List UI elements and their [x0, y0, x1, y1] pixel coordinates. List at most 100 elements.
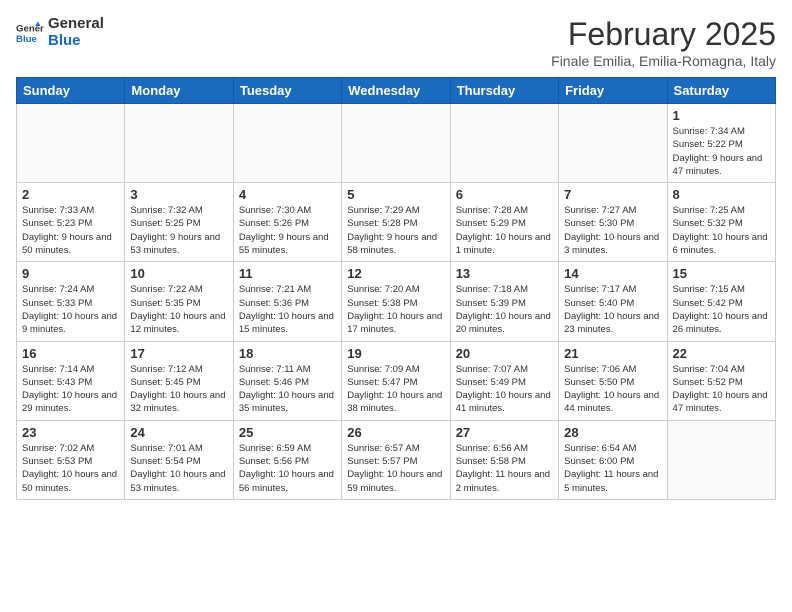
calendar-cell: 8 Sunrise: 7:25 AM Sunset: 5:32 PM Daylig… [667, 183, 775, 262]
calendar-cell: 26 Sunrise: 6:57 AM Sunset: 5:57 PM Dayli… [342, 420, 450, 499]
day-info: Sunrise: 7:06 AM Sunset: 5:50 PM Dayligh… [564, 363, 661, 416]
calendar-cell [125, 104, 233, 183]
day-info: Sunrise: 7:15 AM Sunset: 5:42 PM Dayligh… [673, 283, 770, 336]
day-info: Sunrise: 6:59 AM Sunset: 5:56 PM Dayligh… [239, 442, 336, 495]
calendar-cell: 5 Sunrise: 7:29 AM Sunset: 5:28 PM Daylig… [342, 183, 450, 262]
day-info: Sunrise: 7:34 AM Sunset: 5:22 PM Dayligh… [673, 125, 770, 178]
day-number: 23 [22, 425, 119, 440]
calendar-cell: 13 Sunrise: 7:18 AM Sunset: 5:39 PM Dayli… [450, 262, 558, 341]
day-info: Sunrise: 7:07 AM Sunset: 5:49 PM Dayligh… [456, 363, 553, 416]
day-number: 20 [456, 346, 553, 361]
calendar-cell: 9 Sunrise: 7:24 AM Sunset: 5:33 PM Daylig… [17, 262, 125, 341]
calendar-cell: 18Sunrise: 7:11 AM Sunset: 5:46 PM Dayli… [233, 341, 341, 420]
day-number: 21 [564, 346, 661, 361]
day-info: Sunrise: 6:54 AM Sunset: 6:00 PM Dayligh… [564, 442, 661, 495]
day-number: 17 [130, 346, 227, 361]
day-info: Sunrise: 7:09 AM Sunset: 5:47 PM Dayligh… [347, 363, 444, 416]
day-info: Sunrise: 7:12 AM Sunset: 5:45 PM Dayligh… [130, 363, 227, 416]
day-number: 4 [239, 187, 336, 202]
day-number: 11 [239, 266, 336, 281]
day-info: Sunrise: 7:33 AM Sunset: 5:23 PM Dayligh… [22, 204, 119, 257]
day-header-monday: Monday [125, 78, 233, 104]
calendar-cell: 20 Sunrise: 7:07 AM Sunset: 5:49 PM Dayli… [450, 341, 558, 420]
day-info: Sunrise: 7:20 AM Sunset: 5:38 PM Dayligh… [347, 283, 444, 336]
days-header-row: SundayMondayTuesdayWednesdayThursdayFrid… [17, 78, 776, 104]
calendar-cell: 15 Sunrise: 7:15 AM Sunset: 5:42 PM Dayli… [667, 262, 775, 341]
day-info: Sunrise: 7:29 AM Sunset: 5:28 PM Dayligh… [347, 204, 444, 257]
calendar-cell [667, 420, 775, 499]
day-header-friday: Friday [559, 78, 667, 104]
calendar-cell: 16 Sunrise: 7:14 AM Sunset: 5:43 PM Dayli… [17, 341, 125, 420]
month-title: February 2025 [551, 16, 776, 53]
calendar-cell: 21 Sunrise: 7:06 AM Sunset: 5:50 PM Dayli… [559, 341, 667, 420]
week-row-4: 16 Sunrise: 7:14 AM Sunset: 5:43 PM Dayli… [17, 341, 776, 420]
calendar-cell [342, 104, 450, 183]
day-number: 13 [456, 266, 553, 281]
day-number: 12 [347, 266, 444, 281]
week-row-2: 2 Sunrise: 7:33 AM Sunset: 5:23 PM Daylig… [17, 183, 776, 262]
day-number: 10 [130, 266, 227, 281]
calendar-cell: 19 Sunrise: 7:09 AM Sunset: 5:47 PM Dayli… [342, 341, 450, 420]
day-info: Sunrise: 7:22 AM Sunset: 5:35 PM Dayligh… [130, 283, 227, 336]
day-info: Sunrise: 7:04 AM Sunset: 5:52 PM Dayligh… [673, 363, 770, 416]
calendar-cell: 4 Sunrise: 7:30 AM Sunset: 5:26 PM Daylig… [233, 183, 341, 262]
logo-blue: Blue [48, 33, 104, 50]
day-number: 6 [456, 187, 553, 202]
day-number: 28 [564, 425, 661, 440]
day-number: 15 [673, 266, 770, 281]
day-info: Sunrise: 7:21 AM Sunset: 5:36 PM Dayligh… [239, 283, 336, 336]
title-area: February 2025 Finale Emilia, Emilia-Roma… [551, 16, 776, 69]
day-info: Sunrise: 7:11 AM Sunset: 5:46 PM Dayligh… [239, 363, 336, 416]
calendar-cell: 14 Sunrise: 7:17 AM Sunset: 5:40 PM Dayli… [559, 262, 667, 341]
day-info: Sunrise: 7:14 AM Sunset: 5:43 PM Dayligh… [22, 363, 119, 416]
page-header: General Blue General Blue February 2025 … [16, 16, 776, 69]
day-number: 9 [22, 266, 119, 281]
day-number: 8 [673, 187, 770, 202]
day-number: 3 [130, 187, 227, 202]
logo-general: General [48, 16, 104, 33]
day-header-sunday: Sunday [17, 78, 125, 104]
day-info: Sunrise: 6:56 AM Sunset: 5:58 PM Dayligh… [456, 442, 553, 495]
day-info: Sunrise: 7:17 AM Sunset: 5:40 PM Dayligh… [564, 283, 661, 336]
day-info: Sunrise: 7:18 AM Sunset: 5:39 PM Dayligh… [456, 283, 553, 336]
logo-icon: General Blue [16, 19, 44, 47]
day-header-wednesday: Wednesday [342, 78, 450, 104]
svg-text:Blue: Blue [16, 33, 37, 44]
calendar-cell: 12 Sunrise: 7:20 AM Sunset: 5:38 PM Dayli… [342, 262, 450, 341]
day-info: Sunrise: 7:02 AM Sunset: 5:53 PM Dayligh… [22, 442, 119, 495]
day-number: 5 [347, 187, 444, 202]
day-header-saturday: Saturday [667, 78, 775, 104]
day-number: 16 [22, 346, 119, 361]
week-row-5: 23 Sunrise: 7:02 AM Sunset: 5:53 PM Dayli… [17, 420, 776, 499]
calendar-cell: 27Sunrise: 6:56 AM Sunset: 5:58 PM Dayli… [450, 420, 558, 499]
day-number: 19 [347, 346, 444, 361]
day-info: Sunrise: 7:27 AM Sunset: 5:30 PM Dayligh… [564, 204, 661, 257]
calendar-cell: 6 Sunrise: 7:28 AM Sunset: 5:29 PM Daylig… [450, 183, 558, 262]
calendar-cell: 11 Sunrise: 7:21 AM Sunset: 5:36 PM Dayli… [233, 262, 341, 341]
week-row-1: 1Sunrise: 7:34 AM Sunset: 5:22 PM Daylig… [17, 104, 776, 183]
week-row-3: 9 Sunrise: 7:24 AM Sunset: 5:33 PM Daylig… [17, 262, 776, 341]
day-info: Sunrise: 7:24 AM Sunset: 5:33 PM Dayligh… [22, 283, 119, 336]
day-header-tuesday: Tuesday [233, 78, 341, 104]
day-info: Sunrise: 7:30 AM Sunset: 5:26 PM Dayligh… [239, 204, 336, 257]
day-number: 7 [564, 187, 661, 202]
calendar-cell: 17 Sunrise: 7:12 AM Sunset: 5:45 PM Dayli… [125, 341, 233, 420]
day-number: 14 [564, 266, 661, 281]
day-info: Sunrise: 7:25 AM Sunset: 5:32 PM Dayligh… [673, 204, 770, 257]
calendar-cell: 3 Sunrise: 7:32 AM Sunset: 5:25 PM Daylig… [125, 183, 233, 262]
calendar-cell: 10 Sunrise: 7:22 AM Sunset: 5:35 PM Dayli… [125, 262, 233, 341]
day-number: 26 [347, 425, 444, 440]
day-number: 2 [22, 187, 119, 202]
day-info: Sunrise: 7:32 AM Sunset: 5:25 PM Dayligh… [130, 204, 227, 257]
logo: General Blue General Blue [16, 16, 104, 49]
calendar-cell: 25Sunrise: 6:59 AM Sunset: 5:56 PM Dayli… [233, 420, 341, 499]
day-info: Sunrise: 7:28 AM Sunset: 5:29 PM Dayligh… [456, 204, 553, 257]
calendar-table: SundayMondayTuesdayWednesdayThursdayFrid… [16, 77, 776, 500]
calendar-cell [559, 104, 667, 183]
day-info: Sunrise: 7:01 AM Sunset: 5:54 PM Dayligh… [130, 442, 227, 495]
calendar-cell: 1Sunrise: 7:34 AM Sunset: 5:22 PM Daylig… [667, 104, 775, 183]
day-number: 24 [130, 425, 227, 440]
day-info: Sunrise: 6:57 AM Sunset: 5:57 PM Dayligh… [347, 442, 444, 495]
day-header-thursday: Thursday [450, 78, 558, 104]
day-number: 22 [673, 346, 770, 361]
